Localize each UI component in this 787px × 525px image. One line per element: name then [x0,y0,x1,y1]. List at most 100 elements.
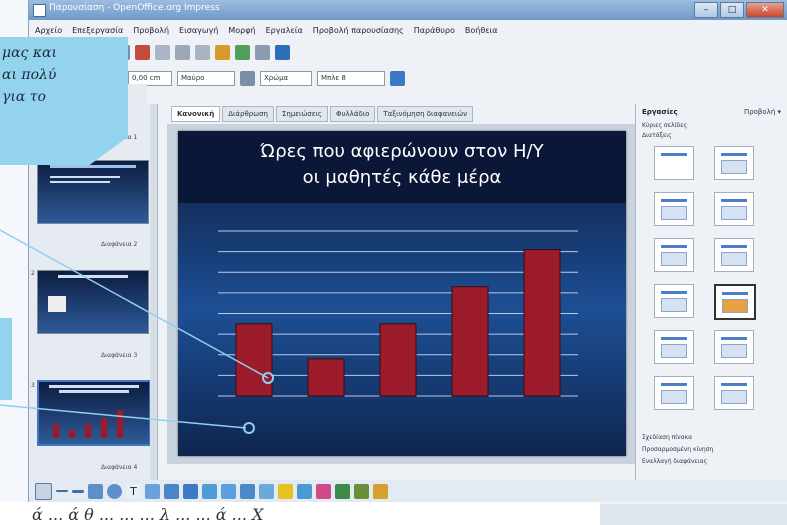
undo-icon[interactable] [195,44,210,60]
navigator-icon[interactable] [235,44,250,60]
gallery-icon[interactable] [354,483,369,499]
tasks-panel-title: Εργασίες [642,108,678,116]
slide-thumb-2[interactable] [37,160,149,224]
curve-tool-icon[interactable] [145,483,160,499]
layout-option-7[interactable] [654,284,694,318]
layout-option-6[interactable] [714,238,754,272]
maximize-button[interactable]: □ [720,2,744,18]
layout-option-9[interactable] [654,330,694,364]
fontwork-icon[interactable] [316,483,331,499]
menu-file[interactable]: Αρχείο [35,26,62,35]
help-icon[interactable] [275,44,290,60]
section-master-pages[interactable]: Κύριες σελίδες [642,122,687,129]
area-style-select[interactable]: Χρώμα [260,70,312,86]
slide-thumb-3[interactable] [37,270,149,334]
table-icon[interactable] [255,44,270,60]
menu-slideshow[interactable]: Προβολή παρουσίασης [313,26,404,35]
image-insert-icon[interactable] [335,483,350,499]
section-custom-animation[interactable]: Προσαρμοσμένη κίνηση [642,446,713,453]
layout-option-8[interactable] [714,284,756,320]
minimize-button[interactable]: – [694,2,718,18]
rectangle-tool-icon[interactable] [88,483,103,499]
section-layouts[interactable]: Διατάξεις [642,132,672,139]
layout-option-10[interactable] [714,330,754,364]
tab-normal[interactable]: Κανονική [171,106,221,122]
cut-icon[interactable] [155,44,170,60]
menu-insert[interactable]: Εισαγωγή [179,26,218,35]
tasks-panel: Εργασίες Προβολή ▾ Κύριες σελίδες Διατάξ… [635,104,787,496]
slide-thumb-4[interactable] [37,380,151,446]
slide-title-box[interactable]: Ώρες που αφιερώνουν στον Η/Υ οι μαθητές … [178,133,626,203]
bar-4 [451,286,489,397]
impress-window: Παρουσίαση - OpenOffice.org Impress – □ … [28,0,787,525]
slide-title-line2: οι μαθητές κάθε μέρα [302,167,502,188]
slide-title-line1: Ώρες που αφιερώνουν στον Η/Υ [260,141,544,162]
arrow-tool-icon[interactable] [72,489,84,493]
slide-label-4: Διαφάνεια 4 [101,464,138,471]
slide-label-2: Διαφάνεια 2 [101,241,138,248]
layout-option-12[interactable] [714,376,754,410]
bar-2 [307,358,345,397]
points-icon[interactable] [297,483,312,499]
connector-tool-icon[interactable] [164,483,179,499]
layout-option-11[interactable] [654,376,694,410]
section-table-design[interactable]: Σχεδίαση πίνακα [642,434,692,441]
line-color-select[interactable]: Μαύρο [177,70,235,86]
menu-help[interactable]: Βοήθεια [465,26,498,35]
drawing-toolbar: T [29,480,787,502]
line-tool-icon[interactable] [56,490,68,492]
callouts-icon[interactable] [259,483,274,499]
callout-line-2: αι πολύ [2,67,57,83]
tab-outline[interactable]: Διάρθρωση [222,106,274,122]
bar-5 [523,249,561,397]
caption-text: ά ... ά θ ... ... ... λ ... ... ά ... Χ [32,505,264,524]
bar-chart[interactable] [208,226,588,406]
symbol-shapes-icon[interactable] [202,483,217,499]
menu-view[interactable]: Προβολή [133,26,169,35]
slide-label-3: Διαφάνεια 3 [101,352,138,359]
flowchart-icon[interactable] [240,483,255,499]
layout-option-2[interactable] [714,146,754,180]
callout-box-top: μας και αι πολύ για το [0,37,128,165]
slides-scrollbar[interactable] [150,104,157,496]
current-slide[interactable]: Ώρες που αφιερώνουν στον Η/Υ οι μαθητές … [178,131,626,456]
text-tool-icon[interactable]: T [126,483,141,499]
slide-number-4: 3 [31,382,35,389]
menu-window[interactable]: Παράθυρο [414,26,455,35]
extrusion-icon[interactable] [373,483,388,499]
area-color-select[interactable]: Μπλε 8 [317,70,385,86]
callout-line-1: μας και [2,45,57,61]
callout-line-3: για το [2,89,46,105]
layout-option-5[interactable] [654,238,694,272]
ellipse-tool-icon[interactable] [107,483,122,499]
standard-toolbar [29,40,787,64]
view-tabs: Κανονική Διάρθρωση Σημειώσεις Φυλλάδιο Τ… [171,106,474,122]
tasks-view-menu[interactable]: Προβολή ▾ [744,108,781,116]
shadow-icon[interactable] [390,70,405,86]
stars-icon[interactable] [278,483,293,499]
copy-icon[interactable] [175,44,190,60]
tab-notes[interactable]: Σημειώσεις [275,106,328,122]
menu-tools[interactable]: Εργαλεία [266,26,303,35]
callout-box-left [0,318,12,400]
select-tool-icon[interactable] [35,482,52,500]
area-icon[interactable] [240,70,255,86]
layout-option-3[interactable] [654,192,694,226]
bar-3 [379,323,417,397]
layout-option-1[interactable] [654,146,694,180]
section-slide-transition[interactable]: Εναλλαγή διαφάνειας [642,458,707,465]
menu-format[interactable]: Μορφή [228,26,255,35]
block-arrows-icon[interactable] [221,483,236,499]
close-button[interactable]: ✕ [746,2,784,18]
chart-icon[interactable] [215,44,230,60]
caption-strip: ά ... ά θ ... ... ... λ ... ... ά ... Χ [0,502,600,525]
spellcheck-icon[interactable] [135,44,150,60]
menu-edit[interactable]: Επεξεργασία [72,26,123,35]
tab-handout[interactable]: Φυλλάδιο [329,106,376,122]
basic-shapes-icon[interactable] [183,483,198,499]
menu-bar: Αρχείο Επεξεργασία Προβολή Εισαγωγή Μορφ… [29,22,787,38]
title-bar: Παρουσίαση - OpenOffice.org Impress – □ … [29,0,787,20]
window-title: Παρουσίαση - OpenOffice.org Impress [49,3,220,13]
layout-option-4[interactable] [714,192,754,226]
tab-slide-sorter[interactable]: Ταξινόμηση διαφανειών [377,106,474,122]
